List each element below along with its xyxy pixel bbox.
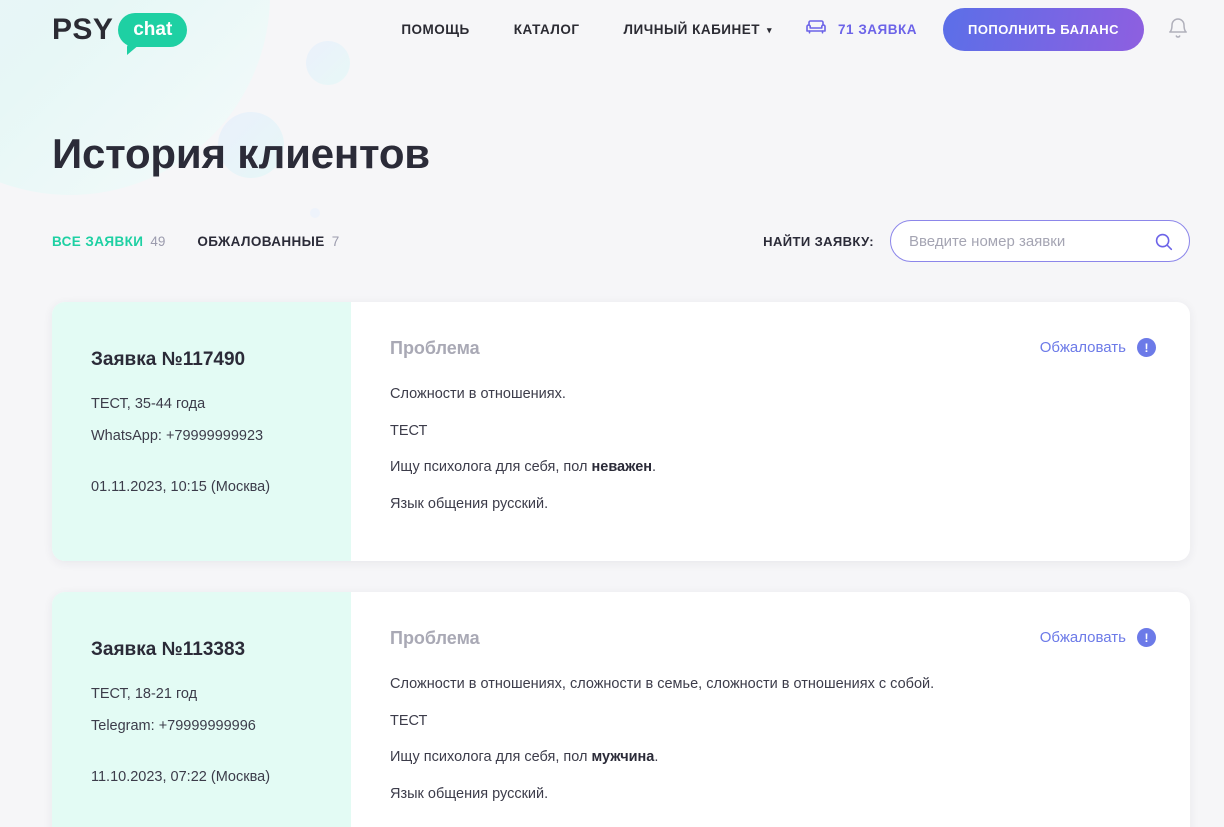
main-content: История клиентов ВСЕ ЗАЯВКИ 49 ОБЖАЛОВАН… xyxy=(0,130,1224,827)
request-date: 11.10.2023, 07:22 (Москва) xyxy=(91,768,271,785)
tab-all-requests-count: 49 xyxy=(150,233,166,249)
problem-text: Сложности в отношениях, сложности в семь… xyxy=(390,676,935,693)
problem-client-name: ТЕСТ xyxy=(390,422,428,439)
appeal-button[interactable]: Обжаловать ! xyxy=(1040,338,1156,357)
nav-account-label: ЛИЧНЫЙ КАБИНЕТ xyxy=(623,21,761,37)
request-card-summary: Заявка №117490 ТЕСТ, 35-44 года WhatsApp… xyxy=(52,302,351,562)
requests-list: Заявка №117490 ТЕСТ, 35-44 года WhatsApp… xyxy=(52,302,1190,827)
page-root: PSY chat ПОМОЩЬ КАТАЛОГ ЛИЧНЫЙ КАБИНЕТ ▾… xyxy=(0,0,1224,827)
request-card-summary: Заявка №113383 ТЕСТ, 18-21 год Telegram:… xyxy=(52,592,351,827)
gender-value: мужчина xyxy=(591,749,655,766)
request-card[interactable]: Заявка №113383 ТЕСТ, 18-21 год Telegram:… xyxy=(52,592,1190,827)
tab-appealed[interactable]: ОБЖАЛОВАННЫЕ 7 xyxy=(197,234,339,249)
request-card[interactable]: Заявка №117490 ТЕСТ, 35-44 года WhatsApp… xyxy=(52,302,1190,562)
problem-client-name: ТЕСТ xyxy=(390,712,428,729)
request-number: Заявка №117490 xyxy=(91,349,246,370)
appeal-label: Обжаловать xyxy=(1039,339,1126,356)
gender-prefix: Ищу психолога для себя, пол xyxy=(390,459,592,476)
problem-gender-line: Ищу психолога для себя, пол мужчина. xyxy=(390,748,1154,768)
page-title: История клиентов xyxy=(52,130,430,177)
gender-suffix: . xyxy=(652,459,657,476)
nav-help[interactable]: ПОМОЩЬ xyxy=(379,22,491,37)
chevron-down-icon: ▾ xyxy=(767,24,773,35)
problem-text: Сложности в отношениях. xyxy=(390,386,566,402)
nav-account[interactable]: ЛИЧНЫЙ КАБИНЕТ ▾ xyxy=(602,22,791,37)
request-contact: WhatsApp: +79999999923 xyxy=(91,427,264,444)
appeal-label: Обжаловать xyxy=(1039,629,1126,647)
tab-appealed-count: 7 xyxy=(331,233,340,249)
gender-prefix: Ищу психолога для себя, пол xyxy=(390,749,592,766)
tab-appealed-label: ОБЖАЛОВАННЫЕ xyxy=(197,233,325,249)
logo[interactable]: PSY chat xyxy=(52,13,188,55)
request-client: ТЕСТ, 18-21 год xyxy=(91,686,198,703)
request-number: Заявка №113383 xyxy=(91,639,246,661)
gender-value: неважен xyxy=(591,459,653,476)
site-header: PSY chat ПОМОЩЬ КАТАЛОГ ЛИЧНЫЙ КАБИНЕТ ▾… xyxy=(0,0,1224,58)
top-up-balance-button[interactable]: ПОПОЛНИТЬ БАЛАНС xyxy=(942,7,1144,51)
problem-language: Язык общения русский. xyxy=(390,495,549,512)
main-nav: ПОМОЩЬ КАТАЛОГ ЛИЧНЫЙ КАБИНЕТ ▾ 71 ЗАЯВК… xyxy=(379,7,1190,51)
logo-chat-bubble: chat xyxy=(118,13,188,55)
search-input[interactable] xyxy=(891,221,1189,261)
tabs: ВСЕ ЗАЯВКИ 49 ОБЖАЛОВАННЫЕ 7 xyxy=(52,234,339,249)
tab-all-requests-label: ВСЕ ЗАЯВКИ xyxy=(52,233,144,249)
request-date: 01.11.2023, 10:15 (Москва) xyxy=(91,478,271,495)
search-box[interactable] xyxy=(890,220,1190,262)
tab-all-requests[interactable]: ВСЕ ЗАЯВКИ 49 xyxy=(52,234,165,249)
request-card-details: Проблема Сложности в отношениях. ТЕСТ Ищ… xyxy=(351,302,1190,561)
bell-icon[interactable] xyxy=(1166,17,1190,41)
nav-catalog[interactable]: КАТАЛОГ xyxy=(492,22,602,37)
problem-language: Язык общения русский. xyxy=(390,785,549,802)
exclamation-circle-icon[interactable]: ! xyxy=(1137,338,1156,357)
exclamation-circle-icon[interactable]: ! xyxy=(1137,628,1156,648)
request-card-details: Проблема Сложности в отношениях, сложнос… xyxy=(351,592,1190,827)
search-label: НАЙТИ ЗАЯВКУ: xyxy=(763,233,874,249)
gender-suffix: . xyxy=(654,749,659,766)
request-contact: Telegram: +79999999996 xyxy=(91,718,256,735)
search-area: НАЙТИ ЗАЯВКУ: xyxy=(763,220,1190,262)
logo-text-psy: PSY xyxy=(52,13,114,46)
appeal-button[interactable]: Обжаловать ! xyxy=(1039,628,1156,648)
filters-bar: ВСЕ ЗАЯВКИ 49 ОБЖАЛОВАННЫЕ 7 НАЙТИ ЗАЯВК… xyxy=(52,220,1190,262)
armchair-icon xyxy=(804,15,828,44)
orders-count-label: 71 ЗАЯВКА xyxy=(838,21,917,37)
search-icon[interactable] xyxy=(1153,231,1175,258)
problem-gender-line: Ищу психолога для себя, пол неважен. xyxy=(390,458,1154,478)
orders-counter[interactable]: 71 ЗАЯВКА xyxy=(804,15,917,44)
request-client: ТЕСТ, 35-44 года xyxy=(91,396,206,412)
